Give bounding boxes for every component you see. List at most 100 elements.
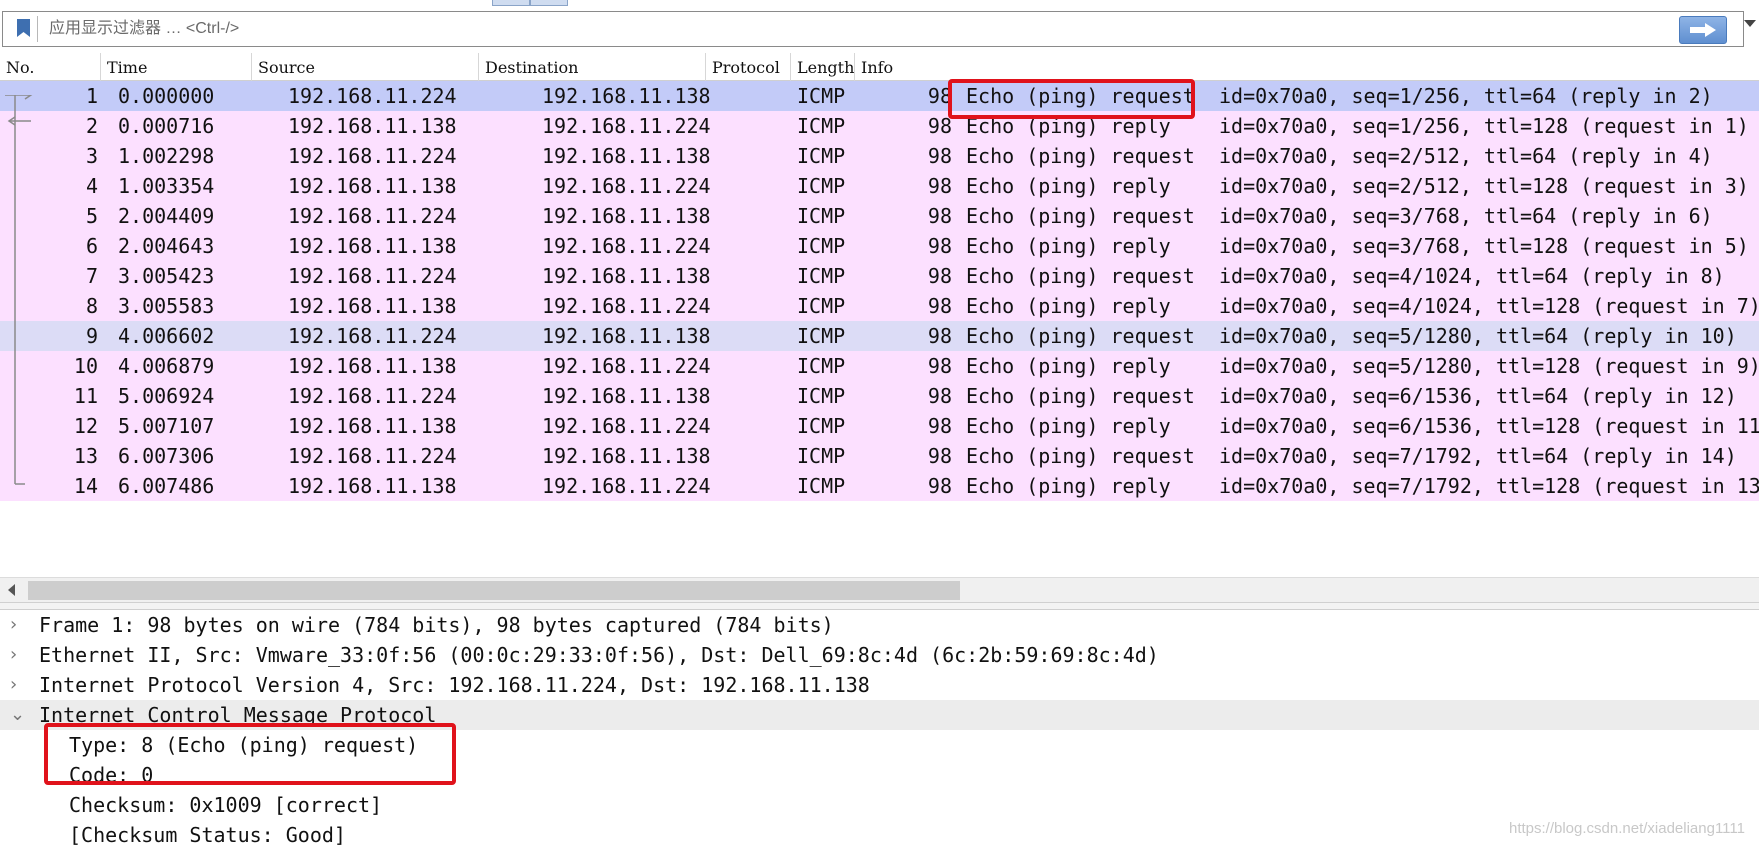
packet-source: 192.168.11.224 bbox=[288, 144, 457, 168]
apply-filter-button[interactable] bbox=[1679, 16, 1727, 44]
tree-item-label: Checksum: 0x1009 [correct] bbox=[69, 793, 383, 817]
packet-row[interactable]: 4 1.003354 192.168.11.138 192.168.11.224 ICM… bbox=[0, 171, 1759, 201]
tree-item-icmp-checksum[interactable]: Checksum: 0x1009 [correct] bbox=[0, 790, 1759, 820]
tree-item-ipv4[interactable]: › Internet Protocol Version 4, Src: 192.… bbox=[0, 670, 1759, 700]
packet-row[interactable]: 8 3.005583 192.168.11.138 192.168.11.224 ICM… bbox=[0, 291, 1759, 321]
packet-row[interactable]: 1 0.000000 192.168.11.224 192.168.11.138 ICM… bbox=[0, 81, 1759, 111]
packet-destination: 192.168.11.138 bbox=[542, 444, 711, 468]
packet-info-details: id=0x70a0, seq=3/768, ttl=64 (reply in 6… bbox=[1219, 204, 1713, 228]
packet-protocol: ICMP bbox=[797, 474, 846, 498]
bookmark-icon[interactable] bbox=[9, 16, 38, 42]
packet-row[interactable]: 9 4.006602 192.168.11.224 192.168.11.138 ICM… bbox=[0, 321, 1759, 351]
column-header-length[interactable]: Length bbox=[791, 53, 855, 81]
packet-row[interactable]: 11 5.006924 192.168.11.224 192.168.11.138 IC… bbox=[0, 381, 1759, 411]
packet-length: 98 bbox=[927, 354, 952, 378]
packet-protocol: ICMP bbox=[797, 354, 846, 378]
packet-length: 98 bbox=[927, 444, 952, 468]
packet-info-type: Echo (ping) request bbox=[966, 324, 1195, 348]
packet-info-details: id=0x70a0, seq=5/1280, ttl=64 (reply in … bbox=[1219, 324, 1737, 348]
packet-details-tree: › Frame 1: 98 bytes on wire (784 bits), … bbox=[0, 610, 1759, 850]
packet-time: 0.000000 bbox=[118, 84, 215, 108]
packet-info: Echo (ping) reply id=0x70a0, seq=4/1024, … bbox=[966, 291, 1759, 321]
packet-row[interactable]: 14 6.007486 192.168.11.138 192.168.11.224 IC… bbox=[0, 471, 1759, 501]
packet-info-type: Echo (ping) request bbox=[966, 384, 1195, 408]
packet-info-details: id=0x70a0, seq=4/1024, ttl=64 (reply in … bbox=[1219, 264, 1725, 288]
packet-info-type: Echo (ping) request bbox=[966, 144, 1195, 168]
packet-destination: 192.168.11.224 bbox=[542, 414, 711, 438]
packet-list-empty-area bbox=[0, 501, 1759, 577]
chevron-down-icon[interactable] bbox=[1744, 20, 1756, 27]
packet-info-type: Echo (ping) request bbox=[966, 444, 1195, 468]
packet-length: 98 bbox=[927, 294, 952, 318]
packet-length: 98 bbox=[927, 84, 952, 108]
tree-item-frame[interactable]: › Frame 1: 98 bytes on wire (784 bits), … bbox=[0, 610, 1759, 640]
tree-item-label: Frame 1: 98 bytes on wire (784 bits), 98… bbox=[39, 613, 834, 637]
tree-item-ethernet[interactable]: › Ethernet II, Src: Vmware_33:0f:56 (00:… bbox=[0, 640, 1759, 670]
chevron-down-icon[interactable]: ⌄ bbox=[10, 700, 25, 730]
packet-row[interactable]: 3 1.002298 192.168.11.224 192.168.11.138 ICM… bbox=[0, 141, 1759, 171]
tree-item-label: Ethernet II, Src: Vmware_33:0f:56 (00:0c… bbox=[39, 643, 1159, 667]
packet-destination: 192.168.11.224 bbox=[542, 474, 711, 498]
packet-info: Echo (ping) reply id=0x70a0, seq=2/512, t… bbox=[966, 171, 1749, 201]
tree-item-icmp-checksum-status[interactable]: [Checksum Status: Good] bbox=[0, 820, 1759, 850]
packet-protocol: ICMP bbox=[797, 144, 846, 168]
packet-info: Echo (ping) reply id=0x70a0, seq=3/768, t… bbox=[966, 231, 1749, 261]
packet-destination: 192.168.11.224 bbox=[542, 294, 711, 318]
toolbar-button[interactable] bbox=[530, 0, 568, 6]
packet-source: 192.168.11.138 bbox=[288, 174, 457, 198]
tree-item-icmp-code[interactable]: Code: 0 bbox=[0, 760, 1759, 790]
tree-item-label: Type: 8 (Echo (ping) request) bbox=[69, 733, 419, 757]
toolbar-strip bbox=[0, 0, 1759, 8]
packet-row[interactable]: 13 6.007306 192.168.11.224 192.168.11.138 IC… bbox=[0, 441, 1759, 471]
packet-row[interactable]: 7 3.005423 192.168.11.224 192.168.11.138 ICM… bbox=[0, 261, 1759, 291]
packet-destination: 192.168.11.224 bbox=[542, 114, 711, 138]
display-filter-input[interactable] bbox=[43, 14, 1655, 44]
column-header-source[interactable]: Source bbox=[252, 53, 479, 81]
column-header-time[interactable]: Time bbox=[101, 53, 252, 81]
column-header-no[interactable]: No. bbox=[0, 53, 101, 81]
packet-destination: 192.168.11.138 bbox=[542, 204, 711, 228]
packet-time: 0.000716 bbox=[118, 114, 215, 138]
column-header-destination[interactable]: Destination bbox=[479, 53, 706, 81]
horizontal-scrollbar[interactable] bbox=[0, 577, 1759, 603]
scrollbar-thumb[interactable] bbox=[28, 581, 960, 600]
tree-item-label: Code: 0 bbox=[69, 763, 154, 787]
packet-info-details: id=0x70a0, seq=6/1536, ttl=128 (request … bbox=[1219, 414, 1759, 438]
packet-source: 192.168.11.138 bbox=[288, 114, 457, 138]
tree-item-icmp-type[interactable]: Type: 8 (Echo (ping) request) bbox=[0, 730, 1759, 760]
packet-protocol: ICMP bbox=[797, 324, 846, 348]
column-header-protocol[interactable]: Protocol bbox=[706, 53, 791, 81]
packet-row[interactable]: 6 2.004643 192.168.11.138 192.168.11.224 ICM… bbox=[0, 231, 1759, 261]
packet-length: 98 bbox=[927, 414, 952, 438]
packet-row[interactable]: 12 5.007107 192.168.11.138 192.168.11.224 IC… bbox=[0, 411, 1759, 441]
pane-splitter[interactable] bbox=[0, 603, 1759, 610]
packet-info-details: id=0x70a0, seq=1/256, ttl=64 (reply in 2… bbox=[1219, 84, 1713, 108]
packet-row[interactable]: 2 0.000716 192.168.11.138 192.168.11.224 ICM… bbox=[0, 111, 1759, 141]
chevron-right-icon[interactable]: › bbox=[10, 610, 24, 640]
packet-info-details: id=0x70a0, seq=1/256, ttl=128 (request i… bbox=[1219, 114, 1749, 138]
packet-protocol: ICMP bbox=[797, 414, 846, 438]
tree-item-label: Internet Control Message Protocol bbox=[39, 703, 437, 727]
packet-info-details: id=0x70a0, seq=5/1280, ttl=128 (request … bbox=[1219, 354, 1759, 378]
tree-item-icmp[interactable]: ⌄ Internet Control Message Protocol bbox=[0, 700, 1759, 730]
packet-time: 3.005583 bbox=[118, 294, 215, 318]
arrow-left-icon[interactable] bbox=[8, 584, 15, 596]
packet-row[interactable]: 5 2.004409 192.168.11.224 192.168.11.138 ICM… bbox=[0, 201, 1759, 231]
packet-protocol: ICMP bbox=[797, 204, 846, 228]
packet-destination: 192.168.11.224 bbox=[542, 354, 711, 378]
chevron-right-icon[interactable]: › bbox=[10, 670, 24, 700]
tree-item-label: Internet Protocol Version 4, Src: 192.16… bbox=[39, 673, 870, 697]
packet-source: 192.168.11.138 bbox=[288, 354, 457, 378]
related-packets-bracket bbox=[5, 95, 33, 485]
packet-source: 192.168.11.138 bbox=[288, 474, 457, 498]
packet-source: 192.168.11.224 bbox=[288, 84, 457, 108]
chevron-right-icon[interactable]: › bbox=[10, 640, 24, 670]
arrow-right-icon bbox=[1690, 23, 1716, 37]
packet-info-details: id=0x70a0, seq=7/1792, ttl=64 (reply in … bbox=[1219, 444, 1737, 468]
packet-info: Echo (ping) request id=0x70a0, seq=3/768,… bbox=[966, 201, 1713, 231]
toolbar-button[interactable] bbox=[492, 0, 530, 6]
column-header-info[interactable]: Info bbox=[855, 53, 1759, 81]
packet-row[interactable]: 10 4.006879 192.168.11.138 192.168.11.224 IC… bbox=[0, 351, 1759, 381]
packet-info-details: id=0x70a0, seq=7/1792, ttl=128 (request … bbox=[1219, 474, 1759, 498]
packet-length: 98 bbox=[927, 144, 952, 168]
